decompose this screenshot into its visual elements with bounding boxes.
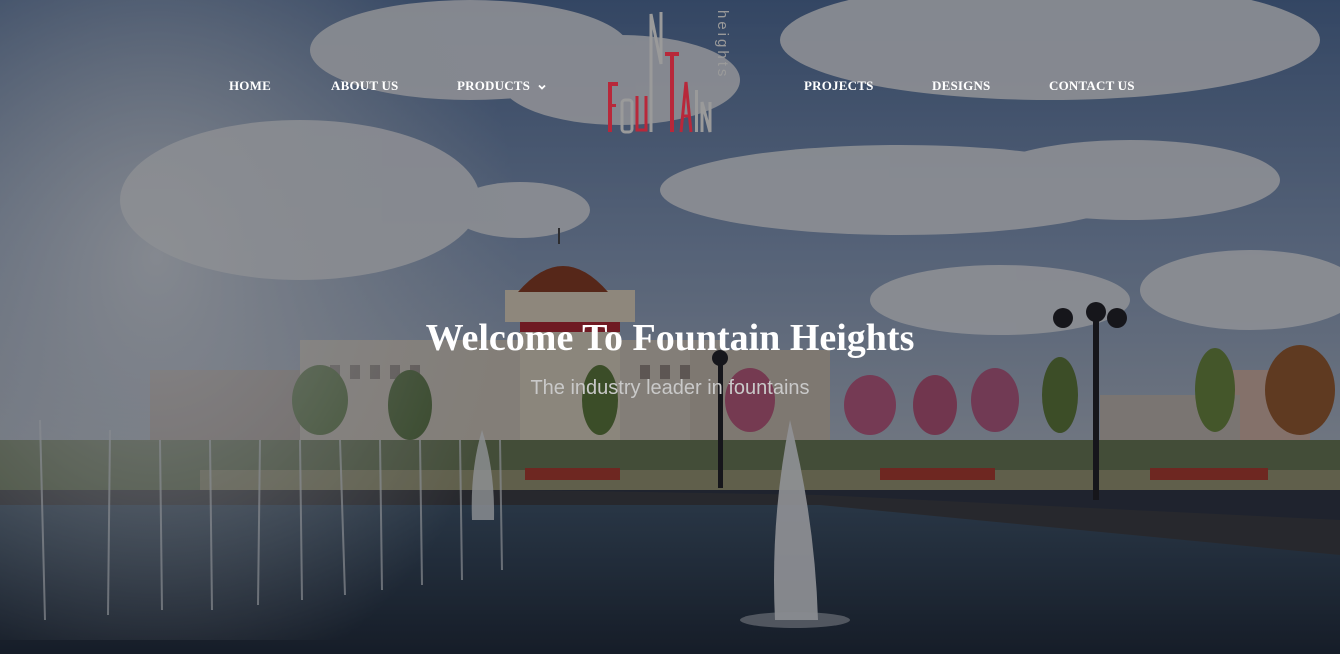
brand-logo[interactable]: heights: [600, 4, 735, 138]
nav-projects[interactable]: PROJECTS: [804, 78, 874, 94]
nav-products-label: PRODUCTS: [457, 78, 531, 93]
nav-about-us[interactable]: ABOUT US: [331, 78, 398, 94]
chevron-down-icon: [538, 84, 546, 90]
nav-contact-us[interactable]: CONTACT US: [1049, 78, 1135, 94]
nav-home[interactable]: HOME: [229, 78, 271, 94]
logo-tagline: heights: [714, 10, 731, 79]
hero-subtitle: The industry leader in fountains: [530, 377, 810, 399]
fountain-heights-logo: heights: [608, 10, 731, 134]
hero-title: Welcome To Fountain Heights: [425, 317, 915, 359]
main-nav: HOME ABOUT US PRODUCTS heights PROJECTS …: [0, 0, 1340, 160]
nav-designs[interactable]: DESIGNS: [932, 78, 990, 94]
nav-products[interactable]: PRODUCTS: [457, 78, 547, 94]
